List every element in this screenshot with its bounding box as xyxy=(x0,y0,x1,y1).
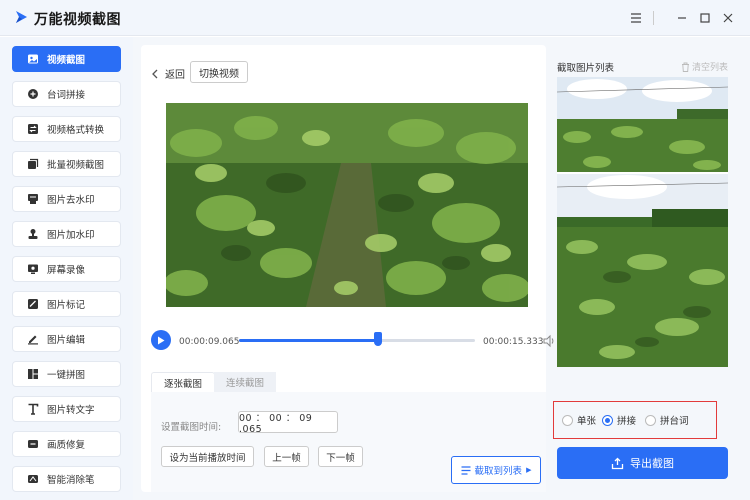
app-title: 万能视频截图 xyxy=(34,12,121,28)
stitched-thumbnail[interactable] xyxy=(557,77,728,367)
set-current-time-button[interactable]: 设为当前播放时间 xyxy=(161,446,254,467)
export-label: 导出截图 xyxy=(630,457,674,470)
capture-to-list-label: 截取到列表 xyxy=(474,466,523,477)
radio-single[interactable] xyxy=(562,414,573,426)
capture-time-label: 设置截图时间: xyxy=(161,422,222,433)
current-time: 00:00:09.065 xyxy=(179,337,240,347)
sidebar-item-quality-repair[interactable]: 画质修复 xyxy=(12,431,121,457)
capture-mode-tabs: 逐张截图 连续截图 xyxy=(151,372,546,392)
trash-icon xyxy=(682,62,689,72)
export-screenshot-button[interactable]: 导出截图 xyxy=(557,447,728,479)
sidebar-item-label: 一键拼图 xyxy=(47,370,86,381)
sidebar-item-label: 画质修复 xyxy=(47,440,86,451)
menu-icon[interactable] xyxy=(627,9,645,27)
edit-icon xyxy=(27,333,39,345)
sidebar-item-subtitle-stitch[interactable]: 台词拼接 xyxy=(12,81,121,107)
play-button[interactable] xyxy=(151,330,171,350)
capture-list-panel: 截取图片列表 清空列表 单张 拼接 拼台词 导出截图 xyxy=(553,45,743,492)
sidebar-item-add-watermark[interactable]: 图片加水印 xyxy=(12,221,121,247)
back-label: 返回 xyxy=(165,70,185,81)
sidebar-item-screen-record[interactable]: 屏幕录像 xyxy=(12,256,121,282)
option-subtitle-stitch-label: 拼台词 xyxy=(660,416,689,427)
radio-stitch[interactable] xyxy=(602,414,613,426)
back-link[interactable]: 返回 xyxy=(151,66,185,81)
sidebar-item-format-convert[interactable]: 视频格式转换 xyxy=(12,116,121,142)
sidebar-item-label: 视频截图 xyxy=(47,55,86,66)
tab-continuous-capture[interactable]: 连续截图 xyxy=(214,372,277,392)
puzzle-icon xyxy=(27,368,39,380)
sidebar-item-label: 图片去水印 xyxy=(47,195,95,206)
next-frame-button[interactable]: 下一帧 xyxy=(318,446,363,467)
clear-list-button[interactable]: 清空列表 xyxy=(681,60,728,73)
sidebar-item-image-mark[interactable]: 图片标记 xyxy=(12,291,121,317)
progress-fill xyxy=(239,339,379,342)
capture-time-input[interactable]: 00 ： 00 ： 09 .065 xyxy=(238,411,338,435)
sidebar-item-label: 图片编辑 xyxy=(47,335,86,346)
progress-handle[interactable] xyxy=(374,332,383,346)
total-time: 00:00:15.333 xyxy=(483,337,544,347)
sidebar: 视频截图 台词拼接 视频格式转换 批量视频截图 图片去水印 图片加水印 屏幕录像… xyxy=(0,37,133,500)
sidebar-item-label: 视频格式转换 xyxy=(47,125,105,136)
image-icon xyxy=(27,53,39,65)
radio-subtitle-stitch[interactable] xyxy=(645,414,656,426)
output-mode-options: 单张 拼接 拼台词 xyxy=(553,401,717,439)
sidebar-item-video-screenshot[interactable]: 视频截图 xyxy=(12,46,121,72)
sidebar-item-label: 批量视频截图 xyxy=(47,160,105,171)
app-logo-icon xyxy=(16,11,27,23)
capture-to-list-button[interactable]: 截取到列表 ▶ xyxy=(451,456,541,484)
sidebar-item-label: 台词拼接 xyxy=(47,90,86,101)
clear-list-label: 清空列表 xyxy=(692,63,729,73)
record-icon xyxy=(27,263,39,275)
stamp-icon xyxy=(27,228,39,240)
mark-icon xyxy=(27,298,39,310)
text-icon xyxy=(27,403,39,415)
caret-right-icon: ▶ xyxy=(526,466,532,474)
title-divider xyxy=(653,11,654,25)
sidebar-item-puzzle[interactable]: 一键拼图 xyxy=(12,361,121,387)
sidebar-item-label: 屏幕录像 xyxy=(47,265,86,276)
sidebar-item-label: 图片转文字 xyxy=(47,405,95,416)
play-icon xyxy=(158,336,165,344)
sidebar-item-batch-screenshot[interactable]: 批量视频截图 xyxy=(12,151,121,177)
maximize-icon[interactable] xyxy=(696,9,714,27)
list-icon xyxy=(461,465,471,475)
sidebar-item-label: 图片标记 xyxy=(47,300,86,311)
video-preview[interactable] xyxy=(166,103,528,307)
close-icon[interactable] xyxy=(719,9,737,27)
switch-video-button[interactable]: 切换视频 xyxy=(190,61,248,83)
prev-frame-button[interactable]: 上一帧 xyxy=(264,446,309,467)
option-stitch-label: 拼接 xyxy=(617,416,637,427)
export-icon xyxy=(611,457,624,469)
sidebar-item-image-to-text[interactable]: 图片转文字 xyxy=(12,396,121,422)
sidebar-item-remove-watermark[interactable]: 图片去水印 xyxy=(12,186,121,212)
option-single-label: 单张 xyxy=(577,416,597,427)
convert-icon xyxy=(27,123,39,135)
stitched-preview-image xyxy=(557,77,728,367)
title-bar: 万能视频截图 xyxy=(0,0,750,36)
option-single[interactable]: 单张 xyxy=(562,413,596,427)
plus-circle-icon xyxy=(27,88,39,100)
main-area: 返回 切换视频 00:00:09.065 00:00:15.333 逐张截图 连… xyxy=(133,37,750,500)
sidebar-item-image-edit[interactable]: 图片编辑 xyxy=(12,326,121,352)
player-panel: 返回 切换视频 00:00:09.065 00:00:15.333 逐张截图 连… xyxy=(141,45,554,492)
capture-list-title: 截取图片列表 xyxy=(557,63,615,74)
progress-slider[interactable] xyxy=(239,332,475,346)
video-frame-image xyxy=(166,103,528,307)
sidebar-item-label: 图片加水印 xyxy=(47,230,95,241)
sidebar-item-smart-eraser[interactable]: 智能消除笔 xyxy=(12,466,121,492)
repair-icon xyxy=(27,438,39,450)
eraser-icon xyxy=(27,193,39,205)
option-subtitle-stitch[interactable]: 拼台词 xyxy=(645,413,689,427)
sidebar-item-label: 智能消除笔 xyxy=(47,475,95,486)
chevron-left-icon xyxy=(152,69,158,78)
batch-icon xyxy=(27,158,39,170)
tab-single-capture[interactable]: 逐张截图 xyxy=(151,372,216,392)
minimize-icon[interactable] xyxy=(673,9,691,27)
brush-icon xyxy=(27,473,39,485)
option-stitch[interactable]: 拼接 xyxy=(602,413,636,427)
